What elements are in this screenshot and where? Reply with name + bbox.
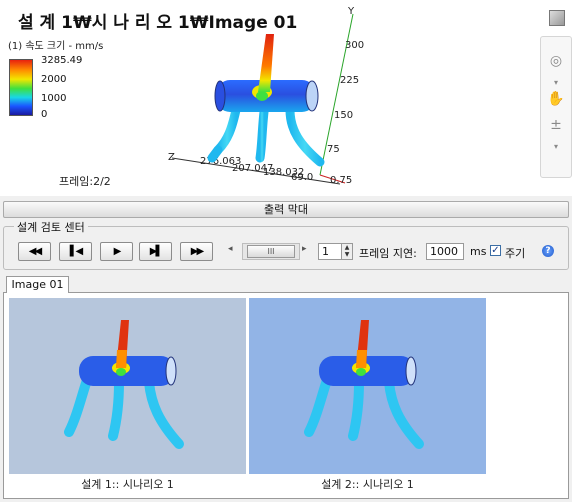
y-tick: 300 <box>345 40 364 51</box>
pan-hand-icon[interactable]: ✋ <box>546 89 566 109</box>
gallery-thumbnail[interactable] <box>9 298 246 474</box>
unit-label: ms <box>470 245 487 258</box>
thumbnail-render <box>304 320 424 449</box>
frame-slider[interactable]: III <box>242 243 300 260</box>
chevron-down-icon[interactable]: ▾ <box>546 137 566 157</box>
viewport-title: 설 계 1₩시 나 리 오 1₩Image 01 <box>18 13 298 33</box>
review-center-title: 설계 검토 센터 <box>14 219 88 235</box>
help-icon[interactable]: ? <box>542 245 554 257</box>
cycle-label: 주기 <box>505 247 526 260</box>
next-frame-button[interactable]: ▶▌ <box>139 242 172 261</box>
z-tick: 0.75 <box>330 175 352 186</box>
image-gallery: 설계 1:: 시나리오 1 설계 2:: 시나리오 1 <box>3 292 569 499</box>
thumbnail-render <box>64 320 184 449</box>
design-review-center: 설계 검토 센터 ◀◀ ▌◀ ▶ ▶▌ ▶▶ ◂ III ▸ 1 ▲ ▼ 프레임 … <box>3 219 569 270</box>
navigation-toolbar: ◎ ▾ ✋ ± ▾ <box>540 36 572 178</box>
play-button[interactable]: ▶ <box>100 242 133 261</box>
zoom-icon[interactable]: ± <box>546 115 566 135</box>
output-bar-button[interactable]: 출력 막대 <box>3 201 569 218</box>
legend-tick-max: 3285.49 <box>41 55 83 66</box>
frame-delay-label: 프레임 지연: <box>359 247 417 260</box>
thumbnail-caption: 설계 2:: 시나리오 1 <box>321 478 414 491</box>
y-tick: 75 <box>327 144 340 155</box>
frame-delay-input[interactable]: 1000 <box>426 243 464 260</box>
thumbnail-caption: 설계 1:: 시나리오 1 <box>81 478 174 491</box>
frame-spinner[interactable]: ▲ ▼ <box>342 243 353 260</box>
slider-right-arrow-icon[interactable]: ▸ <box>302 244 307 254</box>
y-tick: 225 <box>340 75 359 86</box>
cycle-checkbox[interactable]: ✓ <box>490 245 501 256</box>
gallery-thumbnail[interactable] <box>249 298 486 474</box>
y-tick: 150 <box>334 110 353 121</box>
prev-frame-button[interactable]: ▌◀ <box>59 242 92 261</box>
first-frame-button[interactable]: ◀◀ <box>18 242 51 261</box>
tab-image-01[interactable]: Image 01 <box>6 276 69 293</box>
legend-title: (1) 속도 크기 - mm/s <box>8 41 104 52</box>
z-tick: 69.0 <box>291 172 313 183</box>
legend-tick: 2000 <box>41 74 67 85</box>
axis-y-label: Y <box>347 6 355 17</box>
slider-left-arrow-icon[interactable]: ◂ <box>228 244 233 254</box>
3d-viewport[interactable]: Y Z 300 225 150 75 276.063 207.047 138.0… <box>0 0 572 196</box>
legend-tick-min: 0 <box>41 109 48 120</box>
orbit-icon[interactable]: ◎ <box>546 51 566 71</box>
color-legend-bar <box>9 59 33 116</box>
axis-z-label: Z <box>168 152 175 163</box>
slider-thumb[interactable]: III <box>247 245 295 258</box>
legend-tick: 1000 <box>41 93 67 104</box>
frame-counter: 프레임:2/2 <box>59 175 111 188</box>
last-frame-button[interactable]: ▶▶ <box>180 242 213 261</box>
frame-number-input[interactable]: 1 <box>318 243 342 260</box>
view-cube-icon[interactable] <box>549 10 565 26</box>
